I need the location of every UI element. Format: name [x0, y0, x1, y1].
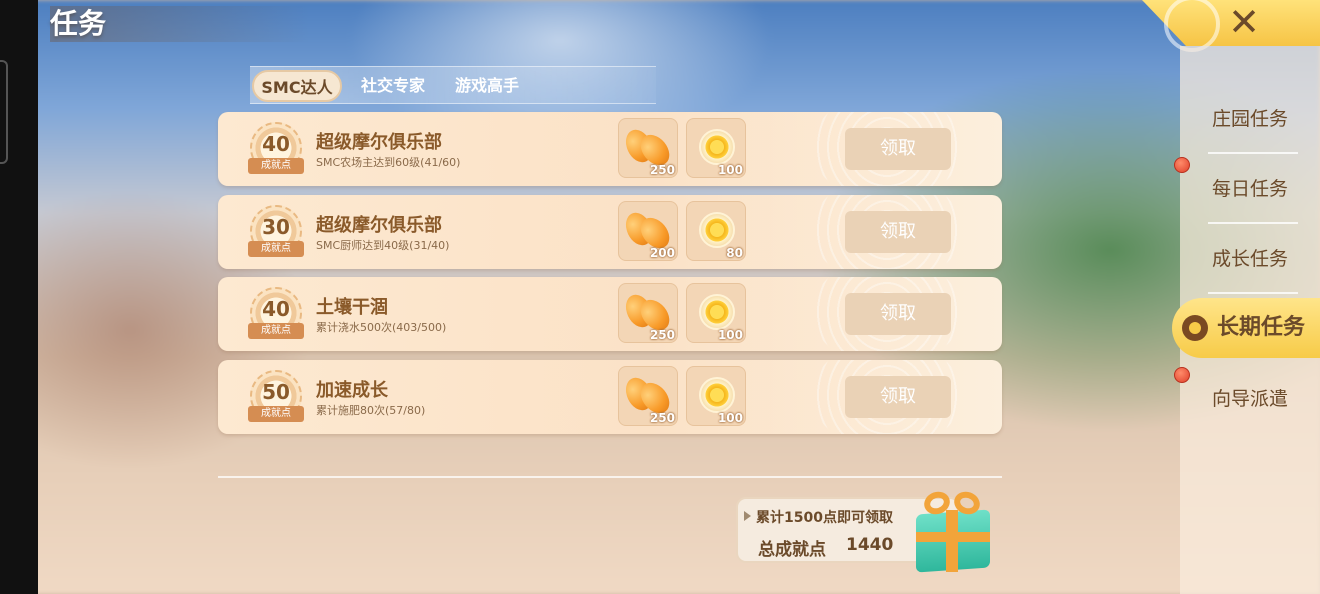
- claim-button[interactable]: 领取: [845, 211, 951, 253]
- badge-points: 50: [262, 380, 290, 404]
- coin-icon: [699, 377, 735, 413]
- sidebar-item-guide-dispatch[interactable]: 向导派遣: [1180, 364, 1320, 434]
- play-arrow-icon: [744, 511, 751, 521]
- tab-smc-expert[interactable]: SMC达人: [252, 70, 342, 102]
- task-description: SMC农场主达到60级(41/60): [316, 156, 461, 169]
- reward-count: 250: [649, 328, 675, 342]
- task-name: 土壤干涸: [316, 297, 388, 318]
- reward-coins: 80: [686, 201, 746, 261]
- notification-dot-icon: [1174, 157, 1190, 173]
- tab-game-master[interactable]: 游戏高手: [444, 70, 530, 102]
- bean-icon: [620, 208, 676, 254]
- reward-beans: 200: [618, 201, 678, 261]
- task-card: 50 成就点 加速成长 累计施肥80次(57/80) 250 100 领取: [218, 360, 1002, 434]
- achievement-badge-icon: 30 成就点: [246, 203, 306, 263]
- task-card: 40 成就点 土壤干涸 累计浇水500次(403/500) 250 100 领取: [218, 277, 1002, 351]
- badge-points: 40: [262, 132, 290, 156]
- badge-label: 成就点: [248, 241, 304, 257]
- task-name: 超级摩尔俱乐部: [316, 215, 442, 236]
- sidebar-item-label: 长期任务: [1216, 315, 1305, 340]
- reward-count: 100: [717, 411, 743, 425]
- reward-count: 250: [649, 163, 675, 177]
- bean-icon: [620, 373, 676, 419]
- badge-points: 40: [262, 297, 290, 321]
- task-card: 40 成就点 超级摩尔俱乐部 SMC农场主达到60级(41/60) 250 10…: [218, 112, 1002, 186]
- task-name: 超级摩尔俱乐部: [316, 132, 442, 153]
- sidebar-item-label: 庄园任务: [1211, 108, 1288, 130]
- coin-icon: [699, 294, 735, 330]
- sidebar-item-label: 每日任务: [1211, 178, 1288, 200]
- task-description: 累计施肥80次(57/80): [316, 404, 426, 417]
- reward-beans: 250: [618, 366, 678, 426]
- page-title: 任务: [50, 6, 310, 42]
- reward-count: 80: [726, 246, 743, 260]
- achievement-badge-icon: 40 成就点: [246, 120, 306, 180]
- bean-icon: [620, 290, 676, 336]
- reward-coins: 100: [686, 283, 746, 343]
- reward-beans: 250: [618, 118, 678, 178]
- claim-button[interactable]: 领取: [845, 128, 951, 170]
- total-points-label: 总成就点: [758, 540, 826, 560]
- sidebar-item-long-term-tasks[interactable]: 长期任务: [1172, 298, 1320, 358]
- badge-points: 30: [262, 215, 290, 239]
- notification-dot-icon: [1174, 367, 1190, 383]
- sidebar-item-label: 成长任务: [1211, 248, 1288, 270]
- task-description: SMC厨师达到40级(31/40): [316, 239, 450, 252]
- edge-notch: [0, 60, 8, 164]
- divider: [218, 476, 1002, 478]
- screen-edge: [0, 0, 38, 594]
- gift-ribbon: [916, 532, 990, 542]
- gift-box-icon[interactable]: [910, 488, 996, 574]
- reward-count: 250: [649, 411, 675, 425]
- badge-label: 成就点: [248, 158, 304, 174]
- bean-icon: [620, 125, 676, 171]
- sidebar-item-label: 向导派遣: [1211, 388, 1288, 410]
- coin-icon: [699, 129, 735, 165]
- close-icon[interactable]: ✕: [1224, 2, 1264, 42]
- divider: [1208, 292, 1298, 294]
- sidebar-item-daily-tasks[interactable]: 每日任务: [1180, 154, 1320, 224]
- reward-count: 100: [717, 163, 743, 177]
- coin-icon: [699, 212, 735, 248]
- category-tabs: SMC达人 社交专家 游戏高手: [250, 66, 656, 104]
- tab-social-expert[interactable]: 社交专家: [350, 70, 436, 102]
- points-hint: 累计1500点即可领取: [756, 510, 893, 526]
- badge-label: 成就点: [248, 406, 304, 422]
- reward-count: 200: [649, 246, 675, 260]
- reward-coins: 100: [686, 366, 746, 426]
- sidebar-item-growth-tasks[interactable]: 成长任务: [1180, 224, 1320, 294]
- claim-button[interactable]: 领取: [845, 293, 951, 335]
- reward-coins: 100: [686, 118, 746, 178]
- achievement-badge-icon: 50 成就点: [246, 368, 306, 428]
- total-points-value: 1440: [846, 535, 894, 555]
- reward-count: 100: [717, 328, 743, 342]
- task-description: 累计浇水500次(403/500): [316, 321, 447, 334]
- task-card: 30 成就点 超级摩尔俱乐部 SMC厨师达到40级(31/40) 200 80 …: [218, 195, 1002, 269]
- reward-beans: 250: [618, 283, 678, 343]
- sidebar-item-manor-tasks[interactable]: 庄园任务: [1180, 84, 1320, 154]
- active-ring-icon: [1182, 315, 1208, 341]
- badge-label: 成就点: [248, 323, 304, 339]
- claim-button[interactable]: 领取: [845, 376, 951, 418]
- achievement-badge-icon: 40 成就点: [246, 285, 306, 345]
- task-name: 加速成长: [316, 380, 388, 401]
